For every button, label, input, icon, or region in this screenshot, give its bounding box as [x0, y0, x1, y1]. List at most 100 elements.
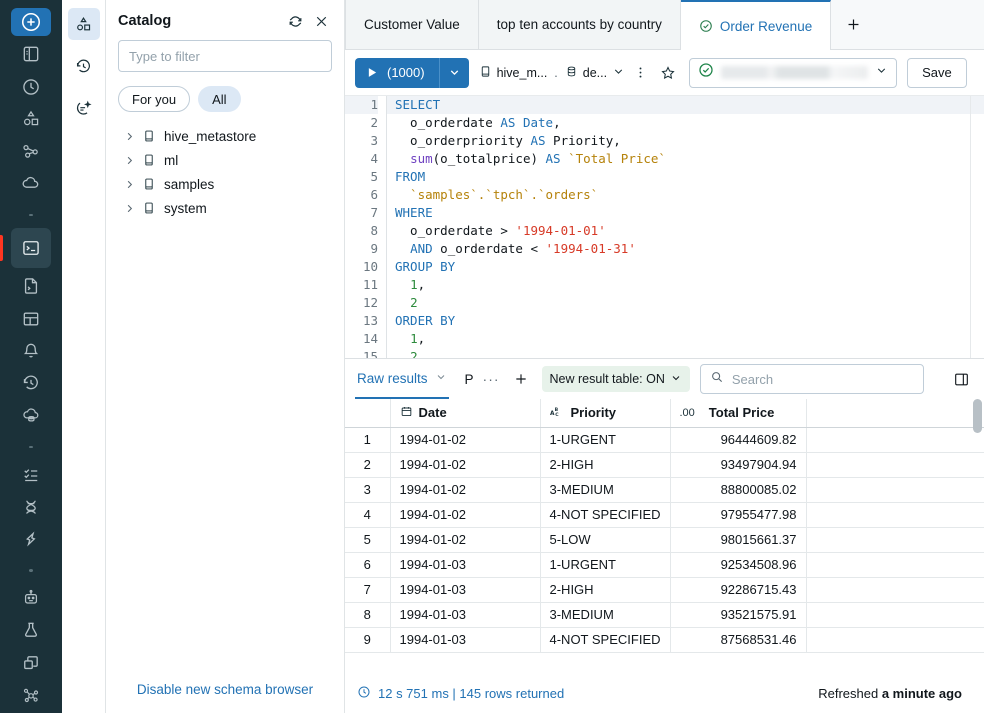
tab-visualization-clipped[interactable]: P: [465, 372, 481, 387]
row-index-cell[interactable]: 6: [345, 552, 390, 577]
run-options-caret[interactable]: [439, 58, 469, 88]
column-header-priority[interactable]: A B C Priority: [540, 399, 670, 427]
code-line[interactable]: 1,: [395, 330, 984, 348]
tree-item-system[interactable]: system: [106, 196, 344, 220]
run-button[interactable]: (1000): [355, 58, 439, 88]
row-index-cell[interactable]: 1: [345, 427, 390, 452]
sql-editor[interactable]: 123456789101112131415 SELECT o_orderdate…: [345, 95, 984, 358]
catalog-filter-input[interactable]: [118, 40, 332, 72]
alerts-button[interactable]: [11, 337, 51, 365]
total-price-cell[interactable]: 98015661.37: [670, 527, 806, 552]
tree-item-ml[interactable]: ml: [106, 148, 344, 172]
date-cell[interactable]: 1994-01-03: [390, 552, 540, 577]
compute-button[interactable]: [11, 169, 51, 197]
table-row[interactable]: 41994-01-024-NOT SPECIFIED97955477.98: [345, 502, 984, 527]
total-price-cell[interactable]: 97955477.98: [670, 502, 806, 527]
row-index-cell[interactable]: 7: [345, 577, 390, 602]
execution-status[interactable]: 12 s 751 ms | 145 rows returned: [357, 685, 564, 702]
tab-top-ten-accounts-by-country[interactable]: top ten accounts by country: [479, 0, 681, 49]
results-grid-wrap[interactable]: Date A B C P: [345, 399, 984, 673]
code-line[interactable]: GROUP BY: [395, 258, 984, 276]
table-row[interactable]: 31994-01-023-MEDIUM88800085.02: [345, 477, 984, 502]
date-cell[interactable]: 1994-01-02: [390, 452, 540, 477]
date-cell[interactable]: 1994-01-02: [390, 502, 540, 527]
priority-cell[interactable]: 1-URGENT: [540, 427, 670, 452]
new-result-table-toggle[interactable]: New result table: ON: [542, 366, 690, 392]
workspace-button[interactable]: [11, 40, 51, 68]
code-line[interactable]: sum(o_totalprice) AS `Total Price`: [395, 150, 984, 168]
table-row[interactable]: 81994-01-033-MEDIUM93521575.91: [345, 602, 984, 627]
feature-store-button[interactable]: [11, 681, 51, 709]
delta-sharing-button[interactable]: [11, 525, 51, 553]
ml-playground-button[interactable]: [11, 584, 51, 612]
experiments-button[interactable]: [11, 616, 51, 644]
priority-cell[interactable]: 4-NOT SPECIFIED: [540, 502, 670, 527]
total-price-cell[interactable]: 88800085.02: [670, 477, 806, 502]
schema-browser-tab[interactable]: [68, 8, 100, 40]
pill-all[interactable]: All: [198, 86, 240, 112]
date-cell[interactable]: 1994-01-03: [390, 602, 540, 627]
code-line[interactable]: 1,: [395, 276, 984, 294]
table-row[interactable]: 91994-01-034-NOT SPECIFIED87568531.46: [345, 627, 984, 652]
table-row[interactable]: 71994-01-032-HIGH92286715.43: [345, 577, 984, 602]
tab-raw-results[interactable]: Raw results: [355, 360, 449, 399]
pill-for-you[interactable]: For you: [118, 86, 190, 112]
row-index-cell[interactable]: 3: [345, 477, 390, 502]
code-line[interactable]: `samples`.`tpch`.`orders`: [395, 186, 984, 204]
chevron-down-icon[interactable]: [612, 65, 625, 81]
sql-editor-button[interactable]: [11, 228, 51, 268]
priority-cell[interactable]: 2-HIGH: [540, 577, 670, 602]
row-index-cell[interactable]: 9: [345, 627, 390, 652]
dashboards-button[interactable]: [11, 305, 51, 333]
code-line[interactable]: SELECT: [387, 96, 984, 114]
tree-item-hive-metastore[interactable]: hive_metastore: [106, 124, 344, 148]
code-lines[interactable]: SELECT o_orderdate AS Date, o_orderprior…: [387, 96, 984, 358]
row-index-cell[interactable]: 4: [345, 502, 390, 527]
priority-cell[interactable]: 2-HIGH: [540, 452, 670, 477]
code-line[interactable]: 2: [395, 348, 984, 358]
code-line[interactable]: o_orderdate > '1994-01-01': [395, 222, 984, 240]
tab-order-revenue[interactable]: Order Revenue: [681, 0, 831, 50]
total-price-cell[interactable]: 96444609.82: [670, 427, 806, 452]
query-history-button[interactable]: [11, 369, 51, 397]
code-line[interactable]: WHERE: [395, 204, 984, 222]
warehouse-selector[interactable]: [689, 58, 897, 88]
chevron-down-icon[interactable]: [435, 371, 447, 386]
side-panel-toggle[interactable]: [948, 366, 974, 392]
total-price-cell[interactable]: 92286715.43: [670, 577, 806, 602]
date-cell[interactable]: 1994-01-03: [390, 577, 540, 602]
disable-schema-browser-link[interactable]: Disable new schema browser: [137, 682, 313, 697]
close-icon[interactable]: [310, 10, 332, 32]
code-area[interactable]: 123456789101112131415 SELECT o_orderdate…: [345, 96, 984, 358]
column-header-date[interactable]: Date: [390, 399, 540, 427]
chevron-right-icon[interactable]: [124, 203, 142, 214]
table-row[interactable]: 11994-01-021-URGENT96444609.82: [345, 427, 984, 452]
code-line[interactable]: o_orderdate AS Date,: [395, 114, 984, 132]
save-button[interactable]: Save: [907, 58, 967, 88]
code-line[interactable]: 2: [395, 294, 984, 312]
results-vertical-scrollbar[interactable]: [973, 399, 982, 673]
date-cell[interactable]: 1994-01-03: [390, 627, 540, 652]
row-index-cell[interactable]: 5: [345, 527, 390, 552]
recents-button[interactable]: [11, 73, 51, 101]
priority-cell[interactable]: 3-MEDIUM: [540, 477, 670, 502]
new-button[interactable]: [11, 8, 51, 36]
chevron-right-icon[interactable]: [124, 179, 142, 190]
chevron-right-icon[interactable]: [124, 131, 142, 142]
table-row[interactable]: 61994-01-031-URGENT92534508.96: [345, 552, 984, 577]
results-tabs-overflow[interactable]: ···: [483, 371, 500, 387]
queries-button[interactable]: [11, 272, 51, 300]
context-selector[interactable]: hive_m... . de...: [479, 65, 626, 81]
chevron-down-icon[interactable]: [670, 372, 682, 387]
code-line[interactable]: ORDER BY: [395, 312, 984, 330]
scrollbar-thumb[interactable]: [973, 399, 982, 433]
total-price-cell[interactable]: 92534508.96: [670, 552, 806, 577]
models-button[interactable]: [11, 648, 51, 676]
new-tab-button[interactable]: [831, 0, 875, 49]
code-line[interactable]: AND o_orderdate < '1994-01-31': [395, 240, 984, 258]
code-line[interactable]: o_orderpriority AS Priority,: [395, 132, 984, 150]
chevron-down-icon[interactable]: [875, 64, 888, 82]
table-row[interactable]: 21994-01-022-HIGH93497904.94: [345, 452, 984, 477]
date-cell[interactable]: 1994-01-02: [390, 427, 540, 452]
date-cell[interactable]: 1994-01-02: [390, 477, 540, 502]
